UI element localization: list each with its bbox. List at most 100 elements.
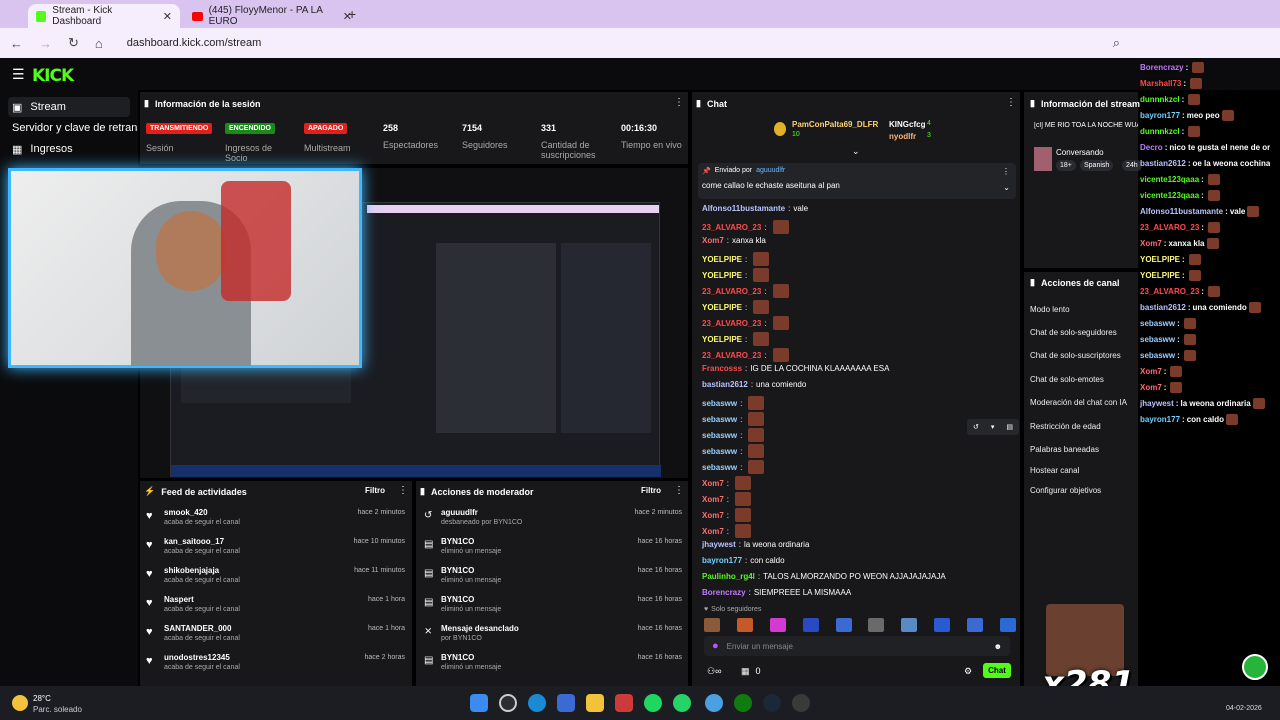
points-icon[interactable]: ⚇∞ — [707, 666, 721, 677]
collapse-icon[interactable]: ⌄ — [852, 146, 860, 157]
home-icon[interactable]: ⌂ — [95, 36, 103, 51]
top-user-1[interactable]: PamConPalta69_DLFR — [792, 120, 878, 129]
more-icon[interactable]: ⋮ — [1002, 167, 1010, 176]
chat-username[interactable]: Xom7 — [702, 495, 724, 504]
channel-action-item[interactable]: Chat de solo-emotes — [1030, 375, 1136, 384]
chat-username[interactable]: YOELPIPE — [702, 271, 742, 280]
emote-icon[interactable] — [835, 618, 852, 632]
chat-username[interactable]: sebasww — [702, 447, 737, 456]
chat-username[interactable]: Borencrazy — [702, 588, 746, 597]
sidebar-item-server-key[interactable]: Servidor y clave de retransmisión — [8, 118, 138, 138]
chat-username[interactable]: sebasww — [702, 415, 737, 424]
mod-item-name[interactable]: Mensaje desanclado — [441, 624, 519, 633]
chevron-down-icon[interactable]: ⌄ — [1003, 183, 1010, 192]
chat-message[interactable]: YOELPIPE: — [702, 268, 770, 282]
chat-message[interactable]: jhaywest: la weona ordinaria — [702, 540, 809, 549]
emote-icon[interactable] — [736, 618, 753, 632]
forward-icon[interactable]: → — [39, 36, 52, 51]
sidebar-item-income[interactable]: ▦ Ingresos — [8, 139, 130, 159]
mod-item-name[interactable]: BYN1CO — [441, 653, 474, 662]
chrome-icon[interactable] — [705, 694, 723, 712]
obs-icon[interactable] — [792, 694, 810, 712]
chat-username[interactable]: Xom7 — [702, 511, 724, 520]
emote-icon[interactable] — [934, 618, 951, 632]
mod-item-name[interactable]: BYN1CO — [441, 595, 474, 604]
more-icon[interactable]: ⋮ — [674, 97, 684, 108]
chat-username[interactable]: 23_ALVARO_23 — [702, 287, 761, 296]
xbox-icon[interactable] — [734, 694, 752, 712]
spotify-icon[interactable] — [644, 694, 662, 712]
emote-icon[interactable] — [967, 618, 983, 632]
whatsapp-icon[interactable] — [673, 694, 691, 712]
chat-username[interactable]: Paulinho_rg4l — [702, 572, 755, 581]
chat-message[interactable]: sebasww: — [702, 396, 765, 410]
chat-message[interactable]: 23_ALVARO_23: — [702, 220, 789, 234]
chat-message[interactable]: Xom7: — [702, 508, 752, 522]
emote-icon[interactable] — [769, 618, 786, 632]
chat-username[interactable]: Xom7 — [702, 527, 724, 536]
channel-action-item[interactable]: Hostear canal — [1030, 466, 1136, 475]
tab-kick-dashboard[interactable]: Stream - Kick Dashboard ✕ — [28, 4, 180, 28]
gear-icon[interactable]: ⚙ — [964, 666, 972, 677]
chat-username[interactable]: 23_ALVARO_23 — [702, 351, 761, 360]
zoom-icon[interactable]: ⌕ — [1113, 35, 1120, 51]
app-icon[interactable] — [615, 694, 633, 712]
activity-filter-button[interactable]: Filtro — [365, 486, 385, 495]
chat-message[interactable]: Francosss: IG DE LA COCHINA KLAAAAAAA ESA — [702, 364, 889, 373]
gift-counter[interactable]: ▦ 0 — [741, 666, 761, 677]
more-icon[interactable]: ⋮ — [398, 485, 408, 496]
category-name[interactable]: Conversando — [1056, 148, 1104, 157]
close-tab-icon[interactable]: ✕ — [163, 10, 172, 23]
emote-icon[interactable] — [999, 618, 1016, 632]
emote-icon[interactable] — [704, 618, 720, 632]
sidebar-item-stream[interactable]: ▣ Stream — [8, 97, 130, 117]
chat-message[interactable]: 23_ALVARO_23: — [702, 316, 789, 330]
chat-message[interactable]: YOELPIPE: — [702, 252, 770, 266]
chat-message[interactable]: sebasww: — [702, 412, 765, 426]
chat-username[interactable]: jhaywest — [702, 540, 736, 549]
chat-message[interactable]: bastian2612: una comiendo — [702, 380, 806, 389]
channel-action-item[interactable]: Moderación del chat con IA — [1030, 398, 1136, 407]
start-icon[interactable] — [470, 694, 488, 712]
feed-item-name[interactable]: shikobenjajaja — [164, 566, 219, 575]
mod-item-name[interactable]: BYN1CO — [441, 537, 474, 546]
feed-item-name[interactable]: SANTANDER_000 — [164, 624, 231, 633]
chat-message[interactable]: YOELPIPE: — [702, 332, 770, 346]
chat-message[interactable]: Xom7: xanxa kla — [702, 236, 766, 245]
folder-icon[interactable] — [586, 694, 604, 712]
channel-action-item[interactable]: Chat de solo-seguidores — [1030, 328, 1136, 337]
trash-icon[interactable]: ▤ — [1006, 423, 1013, 431]
reload-icon[interactable]: ↻ — [68, 35, 79, 51]
chat-username[interactable]: bastian2612 — [702, 380, 748, 389]
url-field[interactable]: dashboard.kick.com/stream — [127, 37, 262, 49]
top-user-3[interactable]: nyodlfr — [889, 132, 916, 141]
chat-username[interactable]: YOELPIPE — [702, 303, 742, 312]
more-icon[interactable]: ⋮ — [674, 485, 684, 496]
feed-item-name[interactable]: unodostres12345 — [164, 653, 230, 662]
feed-item-name[interactable]: smook_420 — [164, 508, 208, 517]
mod-item-name[interactable]: aguuudlfr — [441, 508, 478, 517]
chat-username[interactable]: 23_ALVARO_23 — [702, 223, 761, 232]
chat-message[interactable]: Xom7: — [702, 476, 752, 490]
send-chat-button[interactable]: Chat — [983, 663, 1011, 678]
chat-message[interactable]: bayron177: con caldo — [702, 556, 785, 565]
weather-temp[interactable]: 28°C — [33, 694, 51, 703]
mod-item-name[interactable]: BYN1CO — [441, 566, 474, 575]
feed-item-name[interactable]: Naspert — [164, 595, 194, 604]
tab-youtube[interactable]: (445) FloyyMenor - PA LA EURO ✕ — [184, 4, 360, 28]
chat-message[interactable]: YOELPIPE: — [702, 300, 770, 314]
pinned-user[interactable]: aguuudlfr — [756, 167, 785, 175]
mod-filter-button[interactable]: Filtro — [641, 486, 661, 495]
chat-message[interactable]: Alfonso11bustamante: vale — [702, 204, 808, 213]
more-icon[interactable]: ⋮ — [1006, 97, 1016, 108]
chat-username[interactable]: YOELPIPE — [702, 335, 742, 344]
chat-message[interactable]: 23_ALVARO_23: — [702, 348, 789, 362]
chat-message[interactable]: sebasww: — [702, 460, 765, 474]
chat-username[interactable]: YOELPIPE — [702, 255, 742, 264]
chat-message[interactable]: sebasww: — [702, 428, 765, 442]
steam-icon[interactable] — [763, 694, 781, 712]
chat-message[interactable]: Xom7: — [702, 492, 752, 506]
chat-username[interactable]: sebasww — [702, 463, 737, 472]
channel-action-item[interactable]: Chat de solo-suscriptores — [1030, 351, 1136, 360]
channel-action-item[interactable]: Restricción de edad — [1030, 422, 1136, 431]
